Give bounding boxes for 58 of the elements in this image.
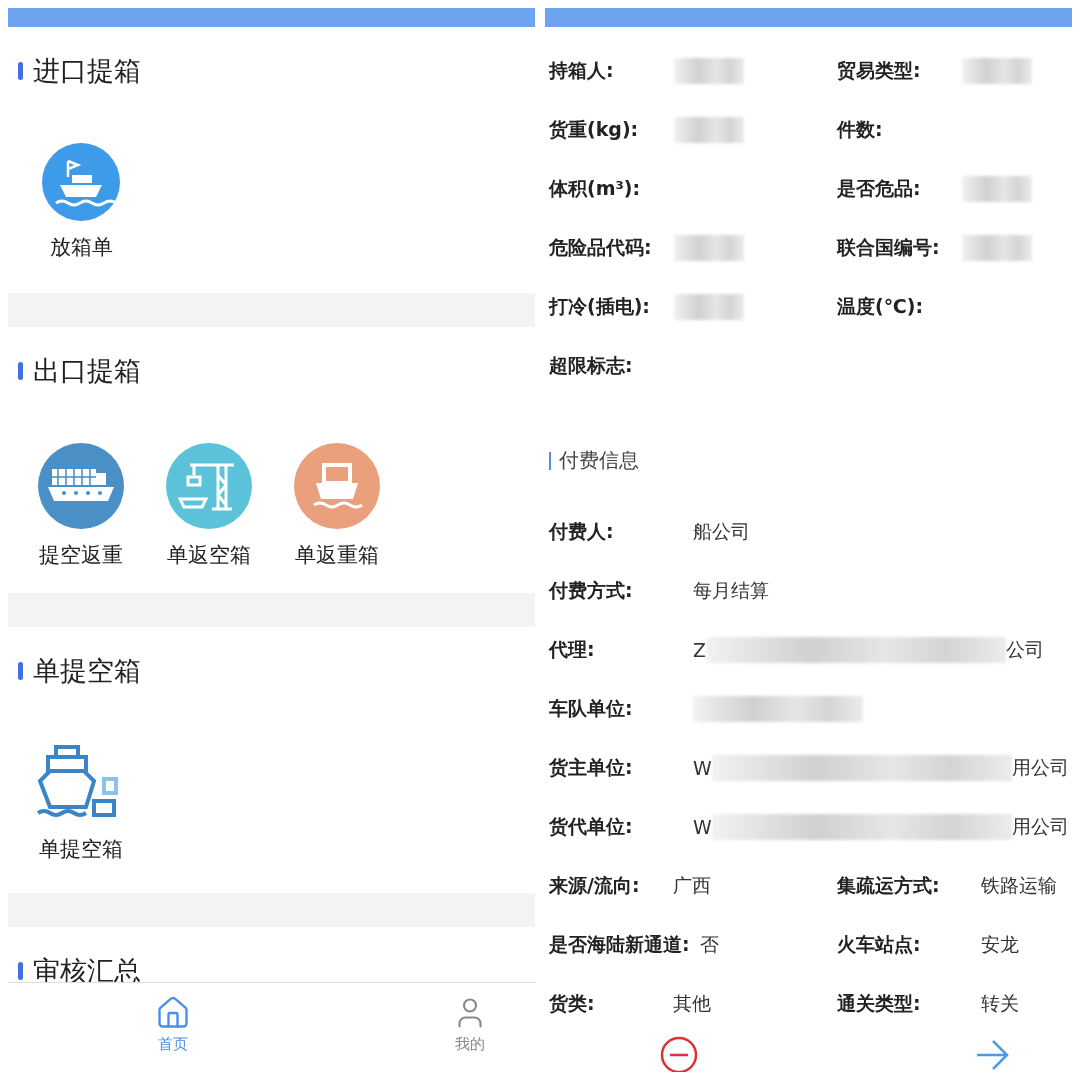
field-label: 通关类型: bbox=[837, 990, 922, 1016]
field-value: 广西 bbox=[673, 872, 711, 898]
field-value: W bbox=[693, 815, 712, 838]
home-icon bbox=[155, 995, 191, 1031]
field-value: 否 bbox=[699, 931, 719, 957]
field-value: 安龙 bbox=[981, 931, 1019, 957]
field-label: 火车站点: bbox=[837, 931, 922, 957]
section-title: 进口提箱 bbox=[33, 54, 141, 88]
section-title: 出口提箱 bbox=[33, 354, 141, 388]
section-title: 单提空箱 bbox=[33, 654, 141, 688]
field-label: 货主单位: bbox=[549, 754, 634, 780]
menu-item[interactable]: 放箱单 bbox=[26, 143, 136, 293]
menu-item[interactable]: 单提空箱 bbox=[26, 743, 136, 893]
field-label: 持箱人: bbox=[549, 57, 615, 83]
field-value: 每月结算 bbox=[693, 577, 769, 603]
field-value: 用公司 bbox=[1011, 754, 1069, 780]
field-label: 联合国编号: bbox=[837, 234, 941, 260]
field-label: 件数: bbox=[837, 116, 884, 142]
field-label: 代理: bbox=[549, 636, 596, 662]
section-title: 付费信息 bbox=[559, 447, 639, 474]
field-label: 付费方式: bbox=[549, 577, 634, 603]
menu-item[interactable]: 提空返重 bbox=[26, 443, 136, 593]
field-value: W bbox=[693, 756, 712, 779]
ferry-icon bbox=[294, 443, 380, 529]
section-marker bbox=[18, 962, 23, 980]
field-label: 货类: bbox=[549, 990, 596, 1016]
field-label: 体积(m³): bbox=[549, 175, 642, 201]
field-value: 公司 bbox=[1006, 636, 1045, 662]
ship-icon bbox=[42, 143, 120, 221]
field-label: 集疏运方式: bbox=[837, 872, 941, 898]
field-label: 贸易类型: bbox=[837, 57, 922, 83]
field-label: 是否危品: bbox=[837, 175, 922, 201]
field-label: 车队单位: bbox=[549, 695, 634, 721]
field-value: 转关 bbox=[981, 990, 1019, 1016]
field-label: 打冷(插电): bbox=[549, 293, 651, 319]
field-value: 用公司 bbox=[1011, 813, 1069, 839]
field-label: 超限标志: bbox=[549, 352, 634, 378]
field-label: 货代单位: bbox=[549, 813, 634, 839]
field-label: 货重(kg): bbox=[549, 116, 640, 142]
field-label: 危险品代码: bbox=[549, 234, 653, 260]
section-marker bbox=[18, 362, 23, 380]
field-value: Z bbox=[693, 638, 707, 661]
menu-item[interactable]: 单返重箱 bbox=[282, 443, 392, 593]
field-label: 付费人: bbox=[549, 518, 615, 544]
section-marker bbox=[549, 451, 551, 470]
arrow-right-icon[interactable] bbox=[975, 1038, 1011, 1072]
field-label: 来源/流向: bbox=[549, 872, 641, 898]
field-value: 铁路运输 bbox=[981, 872, 1057, 898]
field-value: 船公司 bbox=[693, 518, 750, 544]
section-marker bbox=[18, 662, 23, 680]
menu-item[interactable]: 单返空箱 bbox=[154, 443, 264, 593]
crane-icon bbox=[166, 443, 252, 529]
field-label: 是否海陆新通道: bbox=[549, 931, 691, 957]
tab[interactable]: 我的 bbox=[435, 983, 505, 1067]
section-marker bbox=[18, 62, 23, 80]
field-value: 其他 bbox=[673, 990, 711, 1016]
field-label: 温度(℃): bbox=[837, 293, 924, 319]
container-ship-icon bbox=[38, 443, 124, 529]
